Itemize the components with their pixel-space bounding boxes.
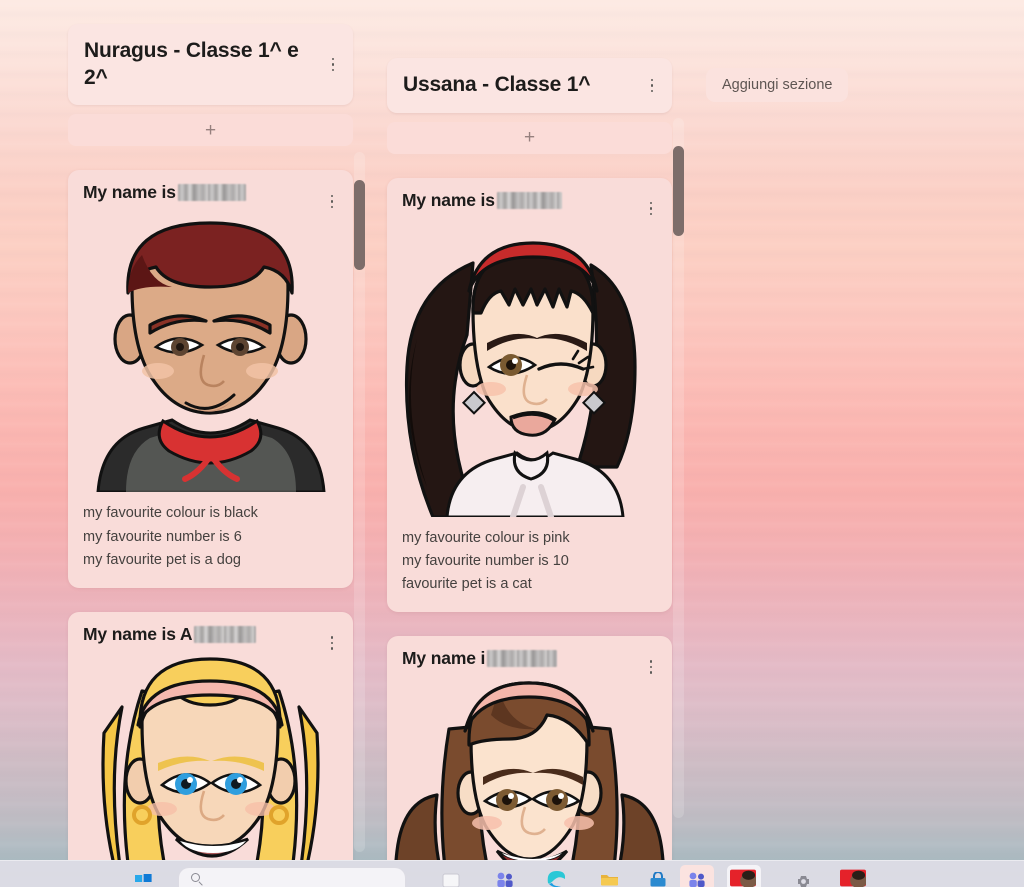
gear-icon: [797, 876, 809, 887]
column-title-0: Nuragus - Classe 1^ e 2^: [84, 39, 299, 89]
post-card[interactable]: My name i: [387, 636, 672, 860]
post-line: my favourite colour is black: [83, 505, 258, 522]
post-card-header: My name is: [387, 178, 672, 217]
kebab-dot: [650, 89, 654, 93]
kebab-dot: [649, 665, 653, 669]
folder-icon: [600, 875, 618, 886]
post-card[interactable]: My name is: [68, 170, 353, 588]
kebab-dot: [330, 194, 334, 198]
search-input[interactable]: [178, 867, 406, 887]
board-column-0: Nuragus - Classe 1^ e 2^ + My name is my…: [68, 24, 353, 860]
post-card[interactable]: My name is: [387, 177, 672, 613]
post-card-body: my favourite colour is black my favourit…: [68, 492, 353, 588]
video-thumbnail-icon: [840, 869, 866, 887]
teams-active-icon[interactable]: [684, 865, 710, 887]
column-title-1: Ussana - Classe 1^: [403, 73, 591, 96]
plus-icon: +: [523, 127, 536, 149]
redacted-name: [194, 625, 257, 643]
kebab-dot: [649, 671, 653, 674]
teams-logo-icon: [496, 872, 513, 887]
edge-logo-icon: [547, 871, 565, 887]
redacted-name: [177, 184, 246, 202]
post-card-title: My name is: [83, 182, 176, 203]
post-line: favourite pet is a cat: [402, 576, 532, 593]
column-menu-icon-1[interactable]: [645, 76, 659, 94]
post-card[interactable]: My name is A: [68, 611, 353, 860]
add-post-button-1[interactable]: +: [387, 121, 672, 154]
kebab-dot: [649, 201, 653, 205]
post-line: my favourite number is 6: [83, 528, 242, 545]
scrollbar-thumb[interactable]: [354, 180, 365, 270]
post-menu-icon[interactable]: [325, 192, 339, 210]
post-menu-icon[interactable]: [644, 658, 658, 676]
padlet-board: Nuragus - Classe 1^ e 2^ + My name is my…: [0, 0, 1024, 860]
column-header-0[interactable]: Nuragus - Classe 1^ e 2^: [68, 24, 353, 106]
kebab-dot: [331, 63, 335, 66]
kebab-dot: [650, 78, 654, 82]
post-card-header: My name is: [68, 170, 353, 209]
column-scrollbar-0[interactable]: [354, 152, 365, 852]
kebab-dot: [649, 660, 653, 663]
post-card-header: My name is A: [68, 612, 353, 651]
post-card-title: My name is A: [83, 623, 193, 644]
store-icon[interactable]: [645, 865, 671, 887]
app-thumb-1[interactable]: [730, 865, 756, 887]
redacted-name: [487, 650, 558, 668]
task-view-icon: [442, 873, 460, 887]
post-card-title: My name is: [402, 189, 495, 210]
kebab-dot: [331, 57, 335, 61]
avatar-bitmoji-boy: [68, 209, 353, 493]
kebab-dot: [330, 636, 334, 639]
kebab-dot: [331, 68, 335, 72]
kebab-dot: [330, 641, 334, 645]
kebab-dot: [330, 205, 334, 209]
kebab-dot: [649, 207, 653, 210]
kebab-dot: [330, 200, 334, 203]
column-menu-icon-0[interactable]: [326, 56, 340, 74]
file-explorer-icon[interactable]: [596, 865, 622, 887]
post-card-header: My name i: [387, 636, 672, 675]
plus-icon: +: [204, 119, 217, 141]
post-menu-icon[interactable]: [325, 634, 339, 652]
add-section-button[interactable]: Aggiungi sezione: [706, 68, 849, 102]
post-menu-icon[interactable]: [644, 200, 658, 218]
avatar-bitmoji-blonde-girl: [68, 650, 353, 860]
start-button[interactable]: [130, 865, 156, 887]
windows-taskbar: [0, 860, 1024, 887]
edge-icon[interactable]: [542, 865, 568, 887]
app-thumb-2[interactable]: [840, 865, 866, 887]
video-thumbnail-icon: [730, 869, 756, 887]
post-card-title: My name i: [402, 648, 486, 669]
avatar-bitmoji-pigtails-girl: [387, 675, 672, 860]
scrollbar-thumb[interactable]: [673, 146, 684, 236]
post-line: my favourite pet is a dog: [83, 551, 241, 568]
task-view-button[interactable]: [438, 865, 464, 887]
teams-logo-icon: [688, 872, 705, 887]
column-header-1[interactable]: Ussana - Classe 1^: [387, 58, 672, 113]
teams-icon[interactable]: [492, 865, 518, 887]
kebab-dot: [330, 647, 334, 650]
settings-icon[interactable]: [790, 865, 816, 887]
post-line: my favourite number is 10: [402, 552, 569, 569]
search-icon: [191, 873, 200, 882]
post-line: my favourite colour is pink: [402, 529, 570, 546]
redacted-name: [496, 191, 562, 209]
add-post-button-0[interactable]: +: [68, 114, 353, 147]
windows-logo-icon: [134, 874, 152, 882]
column-scrollbar-1[interactable]: [673, 118, 684, 818]
shopping-bag-icon: [650, 872, 666, 887]
kebab-dot: [650, 84, 654, 87]
post-card-body: my favourite colour is pink my favourite…: [387, 517, 672, 613]
avatar-bitmoji-ponytail-girl: [387, 216, 672, 517]
kebab-dot: [649, 212, 653, 216]
board-column-1: Ussana - Classe 1^ + My name is my favou…: [387, 58, 672, 860]
